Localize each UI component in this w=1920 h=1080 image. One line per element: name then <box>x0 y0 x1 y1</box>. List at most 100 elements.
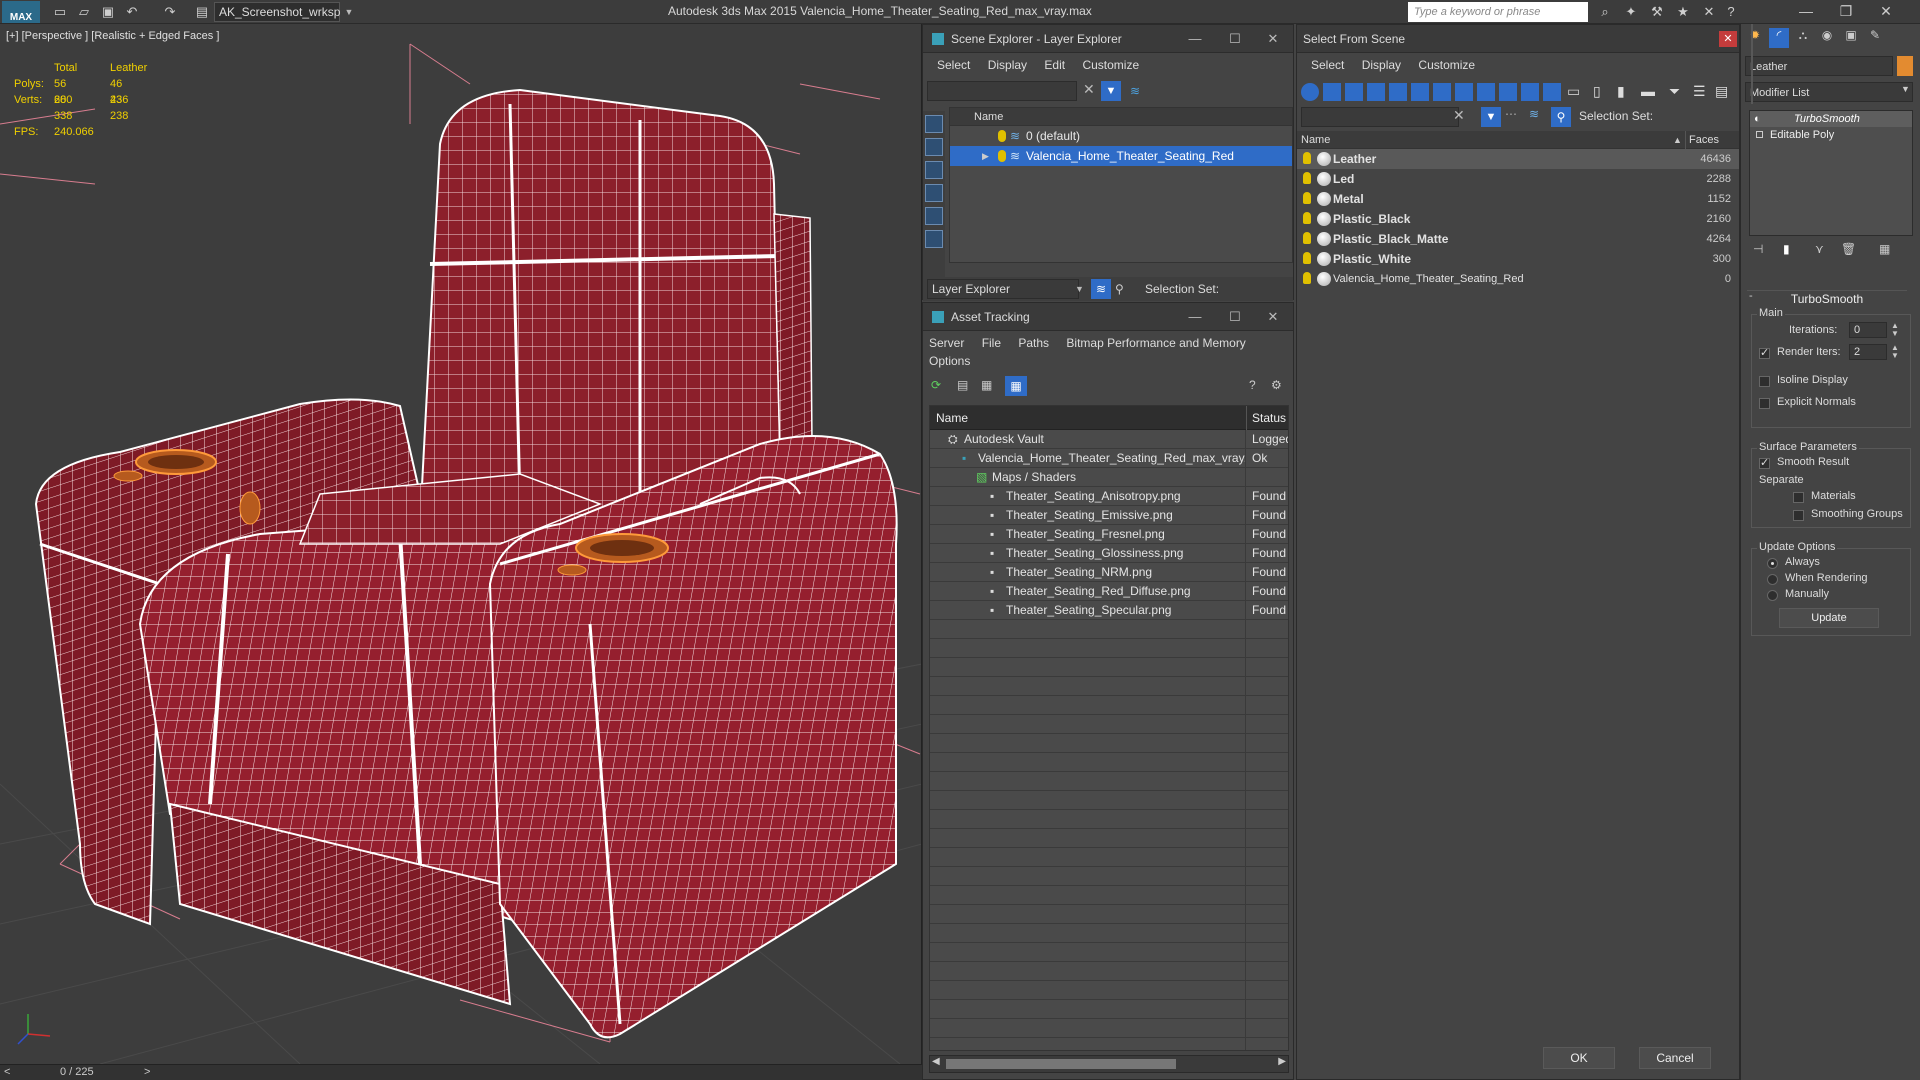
asset-row[interactable]: ▧ Maps / Shaders <box>930 468 1288 487</box>
chevron-right-icon[interactable]: > <box>144 1066 150 1078</box>
redo-icon[interactable]: ↷ <box>160 2 180 22</box>
hierarchy-icon[interactable]: ⚲ <box>1115 277 1124 301</box>
asset-row[interactable]: ▪ Theater_Seating_Red_Diffuse.png Found <box>930 582 1288 601</box>
helpers-filter-icon[interactable] <box>1389 83 1407 101</box>
find-case-icon[interactable]: ⋯ <box>1505 107 1517 121</box>
chevron-left-icon[interactable]: < <box>4 1066 10 1078</box>
display-cameras-icon[interactable] <box>925 184 943 202</box>
hierarchy-icon[interactable]: ⚲ <box>1551 107 1571 127</box>
scene-explorer-search-input[interactable] <box>927 81 1077 101</box>
containers-filter-icon[interactable] <box>1499 83 1517 101</box>
modifier-list-select[interactable]: Modifier List <box>1745 82 1913 102</box>
frozen-filter-icon[interactable] <box>1521 83 1539 101</box>
render-iters-checkbox[interactable] <box>1759 346 1770 359</box>
app-logo[interactable]: MAX <box>2 1 40 23</box>
motion-tab-icon[interactable]: ◉ <box>1817 28 1837 48</box>
smoothing-groups-checkbox[interactable] <box>1793 510 1804 521</box>
select-none-icon[interactable]: ▮ <box>1617 83 1625 100</box>
list-view-icon[interactable]: ▤ <box>957 378 968 392</box>
menu-select[interactable]: Select <box>937 58 970 72</box>
asset-row[interactable]: ▪ Theater_Seating_Glossiness.png Found <box>930 544 1288 563</box>
explorer-type-select[interactable]: Layer Explorer <box>927 279 1079 299</box>
undo-icon[interactable]: ↶ <box>122 2 142 22</box>
select-from-scene-titlebar[interactable]: Select From Scene ✕ <box>1297 25 1739 53</box>
close-icon[interactable]: ✕ <box>1866 0 1906 24</box>
manually-radio[interactable] <box>1767 590 1778 601</box>
object-row[interactable]: Plastic_White 300 <box>1297 249 1739 269</box>
hierarchy-tab-icon[interactable]: ⛬ <box>1793 28 1813 48</box>
viewport-label[interactable]: [+] [Perspective ] [Realistic + Edged Fa… <box>6 30 219 42</box>
light-bulb-icon[interactable] <box>1303 272 1311 284</box>
bones-filter-icon[interactable] <box>1477 83 1495 101</box>
object-color-swatch[interactable] <box>1897 56 1913 76</box>
light-bulb-icon[interactable] <box>1303 172 1311 184</box>
close-icon[interactable]: ✕ <box>1253 303 1293 331</box>
light-bulb-icon[interactable] <box>1303 252 1311 264</box>
configure-sets-icon[interactable]: ▦ <box>1879 242 1890 256</box>
favorites-star-icon[interactable]: ★ <box>1672 2 1694 22</box>
table-view-icon[interactable]: ▦ <box>1005 376 1027 396</box>
menu-select[interactable]: Select <box>1311 58 1344 72</box>
lights-filter-icon[interactable] <box>1345 83 1363 101</box>
rollout-turbosmooth-header[interactable]: TurboSmooth <box>1747 290 1907 306</box>
minimize-icon[interactable]: — <box>1786 0 1826 24</box>
asset-row[interactable]: ▪ Theater_Seating_Anisotropy.png Found <box>930 487 1288 506</box>
maximize-icon[interactable]: ☐ <box>1215 25 1255 53</box>
update-button[interactable]: Update <box>1779 608 1879 628</box>
help-icon[interactable]: ? <box>1249 378 1256 392</box>
select-invert-icon[interactable]: ▬ <box>1641 83 1655 99</box>
subscription-icon[interactable]: ✦ <box>1620 2 1642 22</box>
menu-display[interactable]: Display <box>988 58 1027 72</box>
isoline-display-checkbox[interactable] <box>1759 376 1770 387</box>
asset-row[interactable]: ▪ Theater_Seating_NRM.png Found <box>930 563 1288 582</box>
geometry-filter-icon[interactable] <box>1301 83 1319 101</box>
object-name-field[interactable]: Leather <box>1745 56 1893 76</box>
close-icon[interactable]: ✕ <box>1253 25 1293 53</box>
materials-checkbox[interactable] <box>1793 492 1804 503</box>
select-all-icon[interactable]: ▯ <box>1593 83 1601 100</box>
refresh-icon[interactable]: ⟳ <box>931 378 941 392</box>
settings-icon[interactable]: ⚙ <box>1271 378 1282 392</box>
column-name-header[interactable]: Name <box>936 406 968 430</box>
create-tab-icon[interactable]: ✹ <box>1745 28 1765 48</box>
light-bulb-icon[interactable] <box>1303 232 1311 244</box>
help-icon[interactable]: ? <box>1720 2 1742 22</box>
asset-row[interactable]: ▪ Theater_Seating_Emissive.png Found <box>930 506 1288 525</box>
layers-icon[interactable]: ≋ <box>1529 107 1539 121</box>
open-file-icon[interactable]: ▱ <box>74 2 94 22</box>
menu-customize[interactable]: Customize <box>1418 58 1475 72</box>
menu-display[interactable]: Display <box>1362 58 1401 72</box>
menu-server[interactable]: Server <box>929 336 964 350</box>
column-name-header[interactable]: Name <box>1301 131 1330 149</box>
spinner-arrows-icon[interactable]: ▲ ▼ <box>1891 344 1899 360</box>
cancel-button[interactable]: Cancel <box>1639 1047 1711 1069</box>
always-radio[interactable] <box>1767 558 1778 569</box>
select-search-input[interactable] <box>1301 107 1459 127</box>
menu-paths[interactable]: Paths <box>1018 336 1049 350</box>
asset-row[interactable]: ▪ Theater_Seating_Specular.png Found <box>930 601 1288 620</box>
display-tab-icon[interactable]: ▣ <box>1841 28 1861 48</box>
filter-funnel-icon[interactable]: ⏷ <box>1669 83 1680 100</box>
display-shapes-icon[interactable] <box>925 138 943 156</box>
pin-stack-icon[interactable]: ⊣ <box>1753 242 1763 256</box>
xrefs-filter-icon[interactable] <box>1455 83 1473 101</box>
menu-edit[interactable]: Edit <box>1044 58 1065 72</box>
scrollbar-thumb[interactable] <box>946 1059 1176 1069</box>
time-slider[interactable]: < 0 / 225 > <box>0 1064 922 1080</box>
collapse-icon[interactable]: ▤ <box>1715 83 1728 100</box>
menu-file[interactable]: File <box>982 336 1001 350</box>
menu-options[interactable]: Options <box>929 354 970 368</box>
thumbnail-view-icon[interactable]: ▦ <box>981 378 992 392</box>
smooth-result-checkbox[interactable] <box>1759 456 1770 469</box>
spinner-arrows-icon[interactable]: ▲ ▼ <box>1891 322 1899 338</box>
maximize-icon[interactable]: ☐ <box>1215 303 1255 331</box>
communication-icon[interactable]: ⚒ <box>1646 2 1668 22</box>
stack-item-editable-poly[interactable]: Editable Poly <box>1750 127 1912 143</box>
sort-up-icon[interactable]: ▲ <box>1673 131 1682 149</box>
minimize-icon[interactable]: — <box>1175 25 1215 53</box>
utilities-tab-icon[interactable]: ✎ <box>1865 28 1885 48</box>
display-helpers-icon[interactable] <box>925 207 943 225</box>
show-end-result-icon[interactable]: ▮ <box>1783 242 1790 256</box>
explicit-normals-checkbox[interactable] <box>1759 398 1770 409</box>
hierarchy-filter-icon[interactable]: ☰ <box>1693 83 1706 100</box>
